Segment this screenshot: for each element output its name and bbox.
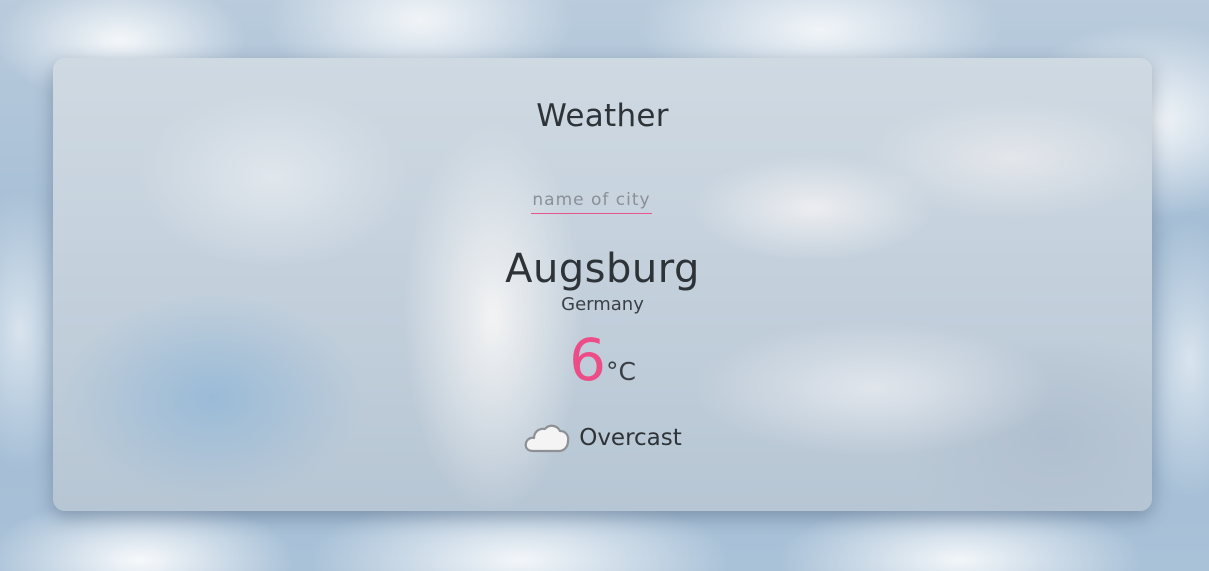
city-name: Augsburg bbox=[505, 246, 700, 292]
weather-condition: Overcast bbox=[53, 421, 1152, 455]
city-search-input[interactable] bbox=[531, 186, 652, 214]
weather-card: Weather Augsburg Germany 6°C Overcast bbox=[53, 58, 1152, 511]
cloud-icon bbox=[523, 421, 571, 455]
temperature-value: 6 bbox=[569, 326, 606, 394]
condition-label: Overcast bbox=[579, 425, 682, 451]
temperature: 6°C bbox=[53, 326, 1152, 394]
weather-app: { "app": { "title": "Weather" }, "search… bbox=[0, 0, 1209, 571]
temperature-unit: °C bbox=[605, 357, 636, 386]
country-name: Germany bbox=[561, 294, 644, 315]
page-title: Weather bbox=[536, 98, 669, 134]
